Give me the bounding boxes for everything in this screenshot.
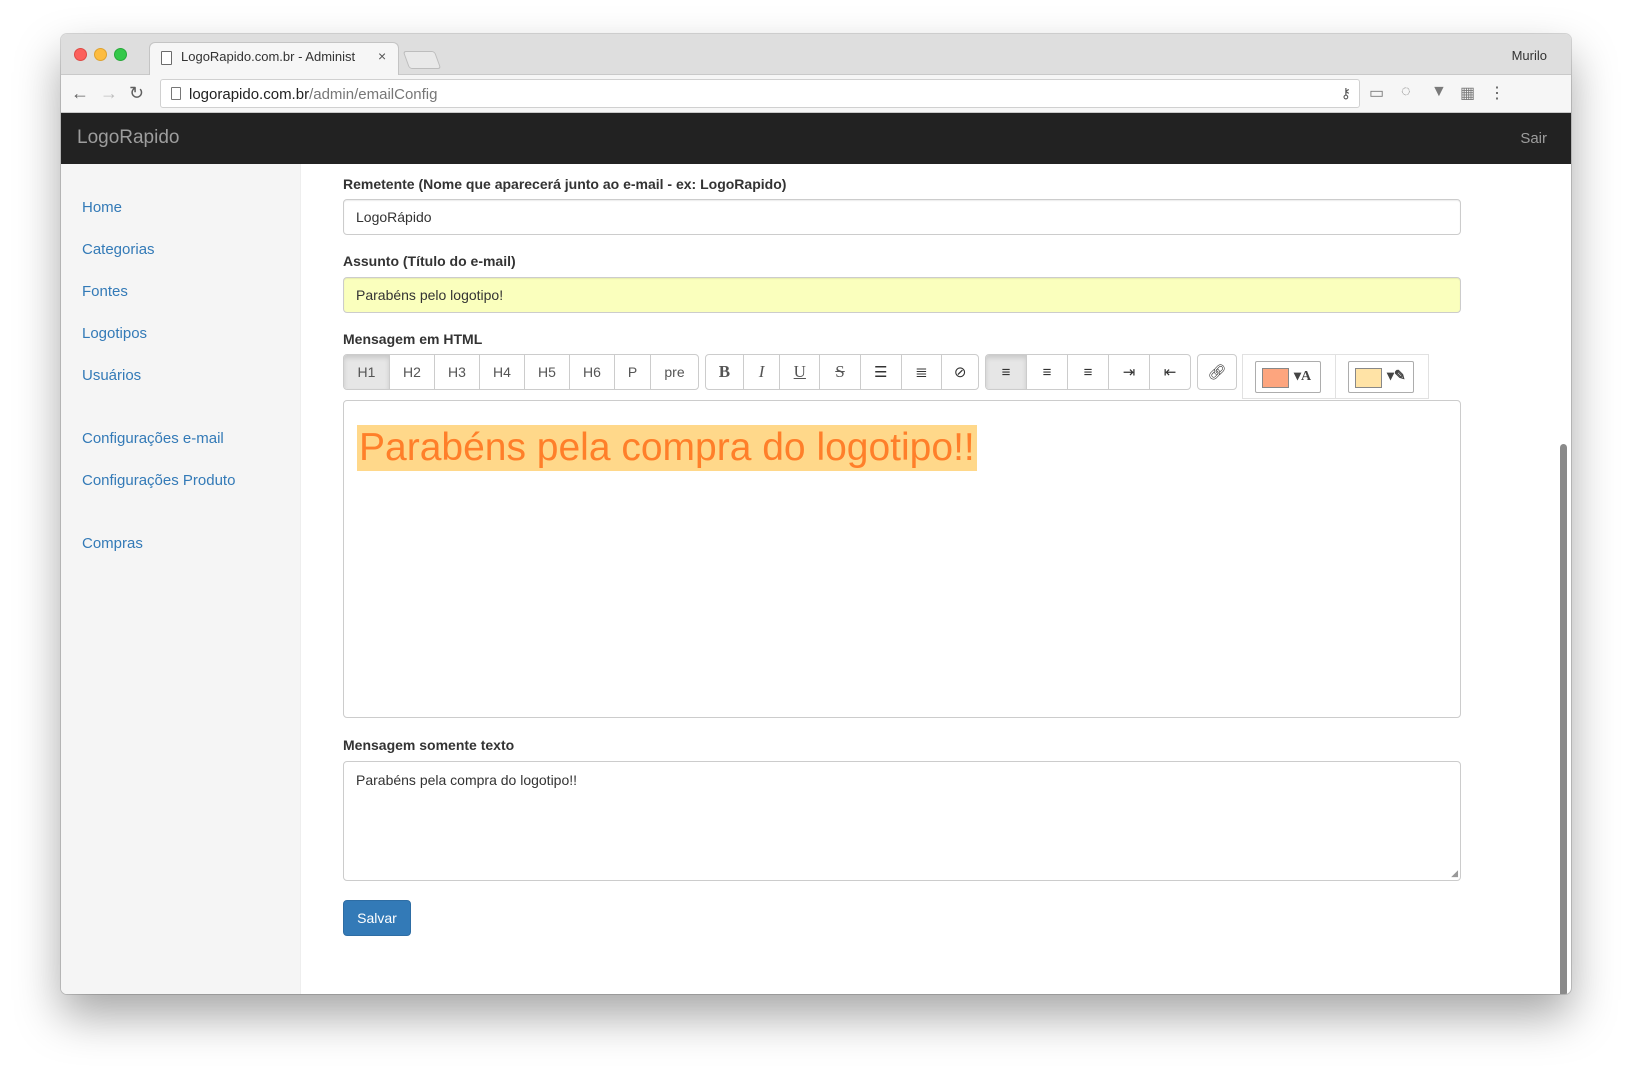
sidebar-item-fontes[interactable]: Fontes (82, 283, 128, 300)
tab-close-icon[interactable]: × (378, 48, 386, 64)
reload-icon[interactable]: ↻ (129, 83, 144, 104)
resize-handle-icon[interactable]: ◢ (1451, 868, 1458, 879)
text-message-textarea[interactable]: Parabéns pela compra do logotipo!! ◢ (343, 761, 1461, 881)
url-path: /admin/emailConfig (309, 86, 438, 103)
subject-input[interactable]: Parabéns pelo logotipo! (343, 277, 1461, 313)
h6-button[interactable]: H6 (570, 355, 615, 389)
menu-dots-icon[interactable]: ⋮ (1489, 83, 1505, 103)
sidebar: Home Categorias Fontes Logotipos Usuário… (61, 164, 301, 994)
text-color-group: ▾A (1242, 354, 1336, 399)
tab-strip: LogoRapido.com.br - Administ × Murilo (61, 34, 1571, 76)
text-message-label: Mensagem somente texto (343, 737, 515, 753)
highlight-color-group: ▾✎ (1335, 354, 1429, 399)
indent-icon[interactable]: ⇥ (1109, 355, 1150, 389)
paintbrush-icon: ▾✎ (1387, 369, 1406, 384)
browser-toolbar: ← → ↻ logorapido.com.br/admin/emailConfi… (61, 75, 1571, 113)
back-arrow-icon[interactable]: ← (71, 83, 89, 104)
profile-name[interactable]: Murilo (1512, 48, 1547, 63)
align-center-icon[interactable]: ≡ (1027, 355, 1068, 389)
top-navbar: LogoRapido Sair (61, 113, 1571, 164)
sidebar-item-usuarios[interactable]: Usuários (82, 367, 141, 384)
numbered-list-icon[interactable]: ≣ (902, 355, 943, 389)
sender-input[interactable]: LogoRápido (343, 199, 1461, 235)
editor-heading-text[interactable]: Parabéns pela compra do logotipo!! (357, 425, 977, 471)
extension-v-icon[interactable]: ▼ (1431, 83, 1447, 101)
underline-button[interactable]: U (780, 355, 821, 389)
key-icon[interactable]: ⚷ (1341, 85, 1351, 102)
sidebar-item-config-email[interactable]: Configurações e-mail (82, 430, 224, 447)
html-message-label: Mensagem em HTML (343, 331, 483, 347)
text-color-icon: ▾A (1294, 369, 1312, 384)
url-host: logorapido.com.br (189, 86, 310, 103)
bold-button[interactable]: B (706, 355, 744, 389)
h5-button[interactable]: H5 (525, 355, 570, 389)
html-editor[interactable]: Parabéns pela compra do logotipo!! (343, 400, 1461, 718)
h3-button[interactable]: H3 (435, 355, 480, 389)
h2-button[interactable]: H2 (390, 355, 435, 389)
sender-label: Remetente (Nome que aparecerá junto ao e… (343, 176, 787, 192)
heading-button-group: H1 H2 H3 H4 H5 H6 P pre (343, 354, 699, 390)
extension-circle-icon[interactable]: ◌ (1401, 83, 1411, 101)
page-scrollbar[interactable] (1560, 444, 1567, 994)
text-color-button[interactable]: ▾A (1255, 361, 1321, 393)
tab-title: LogoRapido.com.br - Administ (181, 49, 356, 64)
align-left-icon[interactable]: ≡ (986, 355, 1027, 389)
browser-window: LogoRapido.com.br - Administ × Murilo ← … (61, 34, 1571, 994)
sidebar-item-categorias[interactable]: Categorias (82, 241, 155, 258)
sidebar-item-config-produto[interactable]: Configurações Produto (82, 472, 235, 489)
sidebar-item-compras[interactable]: Compras (82, 535, 143, 552)
close-window-icon[interactable] (74, 48, 87, 61)
page-icon (161, 51, 172, 65)
italic-button[interactable]: I (744, 355, 781, 389)
format-button-group: B I U S ☰ ≣ ⊘ (705, 354, 979, 390)
strikethrough-button[interactable]: S (820, 355, 861, 389)
logout-link[interactable]: Sair (1520, 130, 1547, 147)
outdent-icon[interactable]: ⇤ (1150, 355, 1190, 389)
text-color-swatch (1262, 368, 1289, 388)
clear-format-icon[interactable]: ⊘ (942, 355, 978, 389)
new-tab-button[interactable] (402, 51, 442, 69)
forward-arrow-icon[interactable]: → (100, 83, 118, 104)
highlight-color-button[interactable]: ▾✎ (1348, 361, 1414, 393)
maximize-window-icon[interactable] (114, 48, 127, 61)
main-content: Remetente (Nome que aparecerá junto ao e… (301, 164, 1571, 994)
highlight-color-swatch (1355, 368, 1382, 388)
minimize-window-icon[interactable] (94, 48, 107, 61)
page-info-icon[interactable] (171, 87, 181, 100)
link-icon[interactable]: 🔗︎ (1198, 355, 1236, 389)
sidebar-item-home[interactable]: Home (82, 199, 122, 216)
url-text: logorapido.com.br/admin/emailConfig (189, 86, 437, 103)
bullet-list-icon[interactable]: ☰ (861, 355, 902, 389)
subject-label: Assunto (Título do e-mail) (343, 253, 516, 269)
sidebar-item-logotipos[interactable]: Logotipos (82, 325, 147, 342)
link-button-group: 🔗︎ (1197, 354, 1237, 390)
align-right-icon[interactable]: ≡ (1068, 355, 1109, 389)
text-message-value: Parabéns pela compra do logotipo!! (356, 772, 578, 788)
cast-icon[interactable]: ▭ (1369, 83, 1384, 103)
address-bar[interactable]: logorapido.com.br/admin/emailConfig ⚷ (160, 79, 1360, 108)
brand-logo[interactable]: LogoRapido (77, 127, 179, 149)
paragraph-button[interactable]: P (615, 355, 651, 389)
align-button-group: ≡ ≡ ≡ ⇥ ⇤ (985, 354, 1191, 390)
extension-grid-icon[interactable]: ▦ (1460, 83, 1475, 103)
h1-button[interactable]: H1 (344, 355, 390, 389)
pre-button[interactable]: pre (651, 355, 698, 389)
save-button[interactable]: Salvar (343, 900, 411, 936)
h4-button[interactable]: H4 (480, 355, 525, 389)
